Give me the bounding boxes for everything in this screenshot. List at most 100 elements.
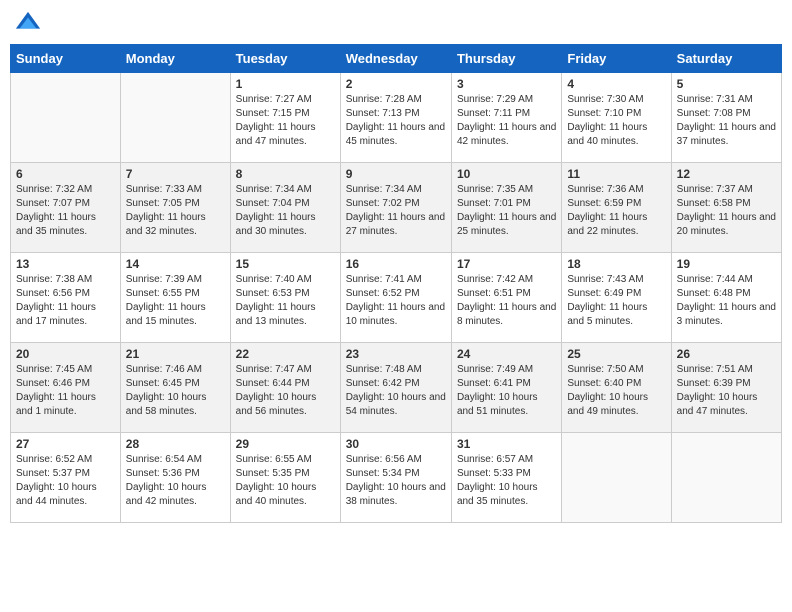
col-header-saturday: Saturday	[671, 45, 781, 73]
day-info: Sunrise: 7:32 AM Sunset: 7:07 PM Dayligh…	[16, 183, 115, 239]
day-info: Sunrise: 7:43 AM Sunset: 6:49 PM Dayligh…	[567, 273, 665, 329]
calendar-cell: 9 Sunrise: 7:34 AM Sunset: 7:02 PM Daylig…	[340, 163, 451, 253]
day-number: 31	[457, 437, 556, 451]
week-row-5: 27Sunrise: 6:52 AM Sunset: 5:37 PM Dayli…	[11, 433, 782, 523]
day-info: Sunrise: 7:47 AM Sunset: 6:44 PM Dayligh…	[236, 363, 335, 419]
calendar-cell: 28 Sunrise: 6:54 AM Sunset: 5:36 PM Dayli…	[120, 433, 230, 523]
day-number: 21	[126, 347, 225, 361]
calendar-cell: 1 Sunrise: 7:27 AM Sunset: 7:15 PM Daylig…	[230, 73, 340, 163]
day-info: Sunrise: 6:52 AM Sunset: 5:37 PM Dayligh…	[16, 453, 115, 509]
calendar-cell: 21 Sunrise: 7:46 AM Sunset: 6:45 PM Dayli…	[120, 343, 230, 433]
day-info: Sunrise: 7:45 AM Sunset: 6:46 PM Dayligh…	[16, 363, 115, 419]
calendar-cell: 17Sunrise: 7:42 AM Sunset: 6:51 PM Dayli…	[451, 253, 561, 343]
calendar-cell: 5Sunrise: 7:31 AM Sunset: 7:08 PM Daylig…	[671, 73, 781, 163]
day-number: 2	[346, 77, 446, 91]
day-info: Sunrise: 6:57 AM Sunset: 5:33 PM Dayligh…	[457, 453, 556, 509]
day-info: Sunrise: 6:56 AM Sunset: 5:34 PM Dayligh…	[346, 453, 446, 509]
calendar-cell: 22 Sunrise: 7:47 AM Sunset: 6:44 PM Dayli…	[230, 343, 340, 433]
day-number: 16	[346, 257, 446, 271]
calendar-cell: 23 Sunrise: 7:48 AM Sunset: 6:42 PM Dayli…	[340, 343, 451, 433]
day-info: Sunrise: 7:34 AM Sunset: 7:04 PM Dayligh…	[236, 183, 335, 239]
week-row-4: 20 Sunrise: 7:45 AM Sunset: 6:46 PM Dayli…	[11, 343, 782, 433]
day-number: 24	[457, 347, 556, 361]
day-number: 8	[236, 167, 335, 181]
calendar-cell	[11, 73, 121, 163]
calendar-cell: 31 Sunrise: 6:57 AM Sunset: 5:33 PM Dayli…	[451, 433, 561, 523]
calendar-cell	[562, 433, 671, 523]
day-info: Sunrise: 7:40 AM Sunset: 6:53 PM Dayligh…	[236, 273, 335, 329]
day-number: 10	[457, 167, 556, 181]
day-info: Sunrise: 7:33 AM Sunset: 7:05 PM Dayligh…	[126, 183, 225, 239]
day-number: 1	[236, 77, 335, 91]
day-info: Sunrise: 7:42 AM Sunset: 6:51 PM Dayligh…	[457, 273, 556, 329]
day-info: Sunrise: 7:46 AM Sunset: 6:45 PM Dayligh…	[126, 363, 225, 419]
calendar-cell: 16 Sunrise: 7:41 AM Sunset: 6:52 PM Dayli…	[340, 253, 451, 343]
calendar-cell: 13 Sunrise: 7:38 AM Sunset: 6:56 PM Dayli…	[11, 253, 121, 343]
week-row-3: 13 Sunrise: 7:38 AM Sunset: 6:56 PM Dayli…	[11, 253, 782, 343]
day-info: Sunrise: 7:27 AM Sunset: 7:15 PM Dayligh…	[236, 93, 335, 149]
col-header-friday: Friday	[562, 45, 671, 73]
day-info: Sunrise: 7:51 AM Sunset: 6:39 PM Dayligh…	[677, 363, 776, 419]
col-header-wednesday: Wednesday	[340, 45, 451, 73]
calendar-cell: 24 Sunrise: 7:49 AM Sunset: 6:41 PM Dayli…	[451, 343, 561, 433]
day-info: Sunrise: 7:36 AM Sunset: 6:59 PM Dayligh…	[567, 183, 665, 239]
col-header-tuesday: Tuesday	[230, 45, 340, 73]
day-info: Sunrise: 7:38 AM Sunset: 6:56 PM Dayligh…	[16, 273, 115, 329]
day-info: Sunrise: 7:39 AM Sunset: 6:55 PM Dayligh…	[126, 273, 225, 329]
day-number: 30	[346, 437, 446, 451]
calendar-cell: 30 Sunrise: 6:56 AM Sunset: 5:34 PM Dayli…	[340, 433, 451, 523]
day-number: 20	[16, 347, 115, 361]
calendar-cell: 26Sunrise: 7:51 AM Sunset: 6:39 PM Dayli…	[671, 343, 781, 433]
week-row-1: 1 Sunrise: 7:27 AM Sunset: 7:15 PM Daylig…	[11, 73, 782, 163]
logo	[14, 10, 46, 38]
calendar-cell	[671, 433, 781, 523]
day-number: 23	[346, 347, 446, 361]
day-number: 25	[567, 347, 665, 361]
calendar-cell: 25 Sunrise: 7:50 AM Sunset: 6:40 PM Dayli…	[562, 343, 671, 433]
calendar-cell: 18 Sunrise: 7:43 AM Sunset: 6:49 PM Dayli…	[562, 253, 671, 343]
calendar-cell: 11Sunrise: 7:36 AM Sunset: 6:59 PM Dayli…	[562, 163, 671, 253]
day-info: Sunrise: 7:35 AM Sunset: 7:01 PM Dayligh…	[457, 183, 556, 239]
calendar-cell	[120, 73, 230, 163]
day-number: 15	[236, 257, 335, 271]
calendar-cell: 10 Sunrise: 7:35 AM Sunset: 7:01 PM Dayli…	[451, 163, 561, 253]
calendar-cell: 19Sunrise: 7:44 AM Sunset: 6:48 PM Dayli…	[671, 253, 781, 343]
col-header-monday: Monday	[120, 45, 230, 73]
day-info: Sunrise: 7:41 AM Sunset: 6:52 PM Dayligh…	[346, 273, 446, 329]
day-info: Sunrise: 7:49 AM Sunset: 6:41 PM Dayligh…	[457, 363, 556, 419]
calendar-cell: 4 Sunrise: 7:30 AM Sunset: 7:10 PM Daylig…	[562, 73, 671, 163]
calendar-cell: 14 Sunrise: 7:39 AM Sunset: 6:55 PM Dayli…	[120, 253, 230, 343]
day-number: 4	[567, 77, 665, 91]
day-number: 5	[677, 77, 776, 91]
day-info: Sunrise: 7:34 AM Sunset: 7:02 PM Dayligh…	[346, 183, 446, 239]
day-info: Sunrise: 7:48 AM Sunset: 6:42 PM Dayligh…	[346, 363, 446, 419]
calendar-header-row: SundayMondayTuesdayWednesdayThursdayFrid…	[11, 45, 782, 73]
col-header-thursday: Thursday	[451, 45, 561, 73]
day-number: 18	[567, 257, 665, 271]
col-header-sunday: Sunday	[11, 45, 121, 73]
day-number: 7	[126, 167, 225, 181]
day-number: 19	[677, 257, 776, 271]
day-number: 29	[236, 437, 335, 451]
day-info: Sunrise: 7:29 AM Sunset: 7:11 PM Dayligh…	[457, 93, 556, 149]
calendar-cell: 27Sunrise: 6:52 AM Sunset: 5:37 PM Dayli…	[11, 433, 121, 523]
day-number: 9	[346, 167, 446, 181]
day-info: Sunrise: 7:50 AM Sunset: 6:40 PM Dayligh…	[567, 363, 665, 419]
day-number: 12	[677, 167, 776, 181]
day-info: Sunrise: 6:54 AM Sunset: 5:36 PM Dayligh…	[126, 453, 225, 509]
calendar-cell: 3 Sunrise: 7:29 AM Sunset: 7:11 PM Daylig…	[451, 73, 561, 163]
day-info: Sunrise: 7:28 AM Sunset: 7:13 PM Dayligh…	[346, 93, 446, 149]
calendar-cell: 15 Sunrise: 7:40 AM Sunset: 6:53 PM Dayli…	[230, 253, 340, 343]
day-number: 28	[126, 437, 225, 451]
day-info: Sunrise: 7:37 AM Sunset: 6:58 PM Dayligh…	[677, 183, 776, 239]
calendar-cell: 20 Sunrise: 7:45 AM Sunset: 6:46 PM Dayli…	[11, 343, 121, 433]
calendar-cell: 2 Sunrise: 7:28 AM Sunset: 7:13 PM Daylig…	[340, 73, 451, 163]
day-number: 14	[126, 257, 225, 271]
day-info: Sunrise: 6:55 AM Sunset: 5:35 PM Dayligh…	[236, 453, 335, 509]
page-header	[10, 10, 782, 38]
day-number: 3	[457, 77, 556, 91]
day-number: 22	[236, 347, 335, 361]
day-number: 13	[16, 257, 115, 271]
day-info: Sunrise: 7:30 AM Sunset: 7:10 PM Dayligh…	[567, 93, 665, 149]
calendar-cell: 7 Sunrise: 7:33 AM Sunset: 7:05 PM Daylig…	[120, 163, 230, 253]
